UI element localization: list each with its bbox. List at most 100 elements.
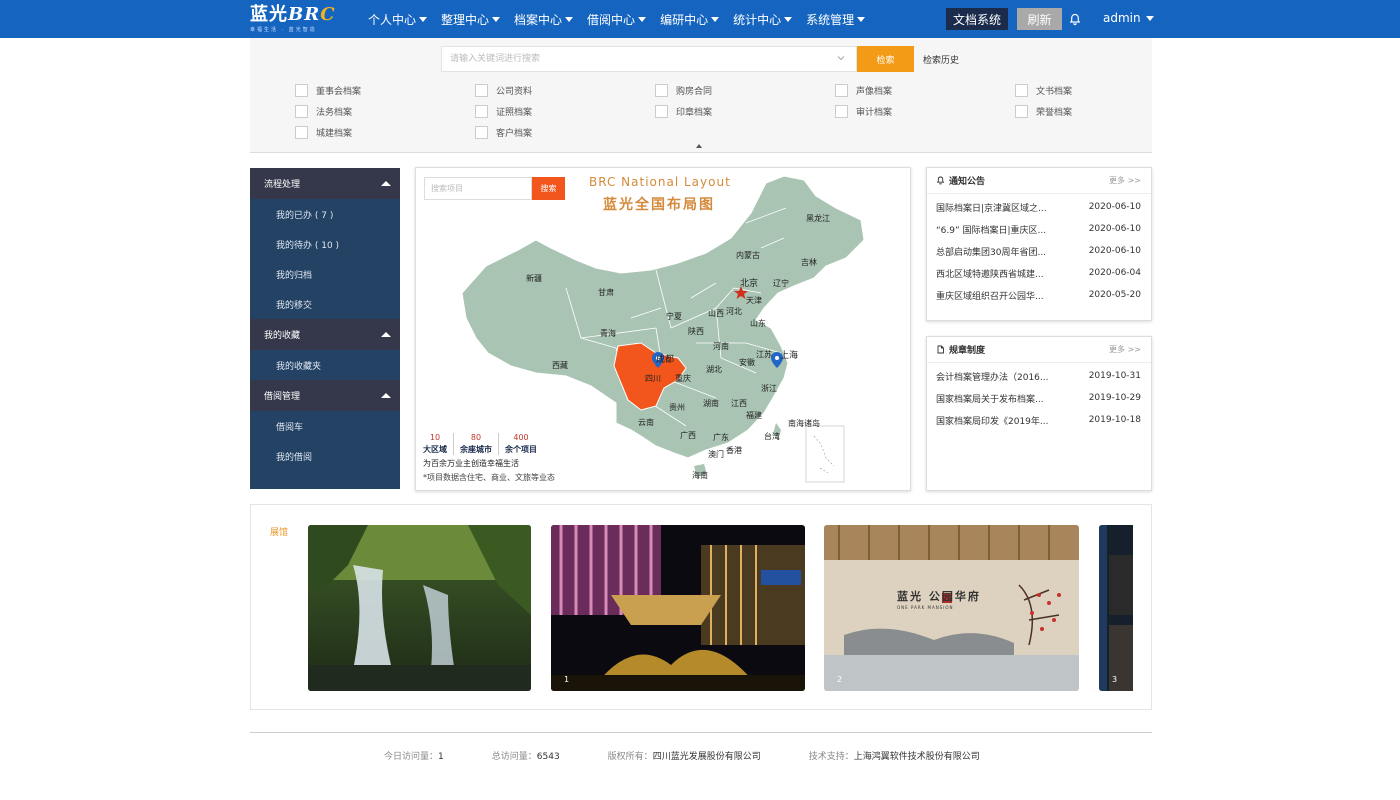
bell-icon[interactable] — [1068, 12, 1082, 26]
document-icon — [937, 345, 944, 354]
map-search-input[interactable]: 搜索项目 — [424, 177, 532, 200]
category-checkbox[interactable]: 购房合同 — [655, 84, 712, 97]
checkbox[interactable] — [835, 105, 848, 118]
doc-system-button[interactable]: 文档系统 — [946, 8, 1008, 30]
gallery-photo[interactable]: 3 — [1099, 525, 1133, 691]
region-label: 吉林 — [801, 257, 817, 267]
checkbox[interactable] — [655, 84, 668, 97]
notice-row[interactable]: 国际档案日|京津冀区域之... 2020-06-10 — [927, 196, 1151, 218]
category-checkbox[interactable]: 证照档案 — [475, 105, 532, 118]
mansion-sign-text: 蓝光 公园华府 — [897, 590, 981, 603]
refresh-button[interactable]: 刷新 — [1017, 8, 1062, 30]
nav-borrow-center[interactable]: 借阅中心 — [587, 11, 647, 28]
category-checkbox[interactable]: 客户档案 — [475, 126, 532, 139]
chevron-down-icon[interactable] — [837, 54, 845, 62]
mansion-sign-sub: ONE PARK MANSION — [897, 605, 954, 610]
rules-row[interactable]: 国家档案局印发《2019年... 2019-10-18 — [927, 409, 1151, 431]
sidebar-item-borrow-cart[interactable]: 借阅车 — [250, 411, 400, 441]
search-input[interactable]: 请输入关键词进行搜索 — [441, 46, 857, 72]
category-checkbox[interactable]: 审计档案 — [835, 105, 892, 118]
chevron-up-icon — [381, 181, 391, 186]
total-visits: 6543 — [536, 752, 560, 762]
notice-row[interactable]: 重庆区域组织召开公园华... 2020-05-20 — [927, 284, 1151, 306]
gallery-photo[interactable]: 1 — [551, 525, 805, 691]
category-checkbox[interactable]: 文书档案 — [1015, 84, 1072, 97]
collapse-up-icon[interactable] — [696, 144, 702, 148]
notice-panel: 通知公告 更多 >> 国际档案日|京津冀区域之... 2020-06-10 “6.… — [926, 167, 1152, 321]
brand-logo[interactable]: 蓝光BRC 幸福生活 · 蓝光智造 — [250, 6, 336, 34]
south-china-sea-inset — [805, 425, 845, 483]
notice-row[interactable]: “6.9” 国际档案日|重庆区... 2020-06-10 — [927, 218, 1151, 240]
checkbox[interactable] — [475, 126, 488, 139]
map-slogan: 为百余万业主创造幸福生活 — [423, 459, 519, 468]
rules-row[interactable]: 会计档案管理办法（2016... 2019-10-31 — [927, 365, 1151, 387]
nav-organize-center[interactable]: 整理中心 — [441, 11, 501, 28]
today-visits: 1 — [438, 752, 444, 762]
region-label: 台湾 — [764, 431, 780, 441]
nav-archive-center[interactable]: 档案中心 — [514, 11, 574, 28]
main-nav: 个人中心 整理中心 档案中心 借阅中心 编研中心 统计中心 系统管理 — [368, 0, 879, 38]
user-menu[interactable]: admin — [1103, 11, 1154, 25]
rules-more-link[interactable]: 更多 >> — [1109, 344, 1141, 355]
notice-more-link[interactable]: 更多 >> — [1109, 175, 1141, 186]
partial-building-image — [1099, 525, 1133, 691]
checkbox[interactable] — [1015, 105, 1028, 118]
checkbox[interactable] — [655, 105, 668, 118]
checkbox[interactable] — [295, 105, 308, 118]
map-search-button[interactable]: 搜索 — [532, 177, 565, 200]
category-checkbox[interactable]: 荣誉档案 — [1015, 105, 1072, 118]
notice-row[interactable]: 西北区域特邀陕西省城建... 2020-06-04 — [927, 262, 1151, 284]
region-label: 成都 — [656, 353, 674, 365]
search-history-link[interactable]: 检索历史 — [923, 53, 959, 66]
nav-stats-center[interactable]: 统计中心 — [733, 11, 793, 28]
checkbox[interactable] — [295, 126, 308, 139]
sidebar-item-todo[interactable]: 我的待办 ( 10 ) — [250, 229, 400, 259]
region-label: 内蒙古 — [736, 250, 760, 260]
nav-research-center[interactable]: 编研中心 — [660, 11, 720, 28]
sidebar-item-archived[interactable]: 我的归档 — [250, 259, 400, 289]
region-label: 甘肃 — [598, 287, 614, 297]
sidebar-item-my-borrow[interactable]: 我的借阅 — [250, 441, 400, 471]
search-panel: 请输入关键词进行搜索 检索 检索历史 董事会档案 公司资料 购房合同 声像档案 … — [250, 38, 1152, 153]
gallery-photo[interactable]: 蓝光 公园华府 ONE PARK MANSION 2 — [824, 525, 1079, 691]
category-checkbox[interactable]: 城建档案 — [295, 126, 352, 139]
region-label: 西藏 — [552, 360, 568, 370]
checkbox[interactable] — [475, 84, 488, 97]
checkbox[interactable] — [1015, 84, 1028, 97]
region-label: 北京 — [740, 277, 758, 289]
chevron-down-icon — [419, 16, 428, 22]
national-layout-map-panel: 黑龙江 吉林 辽宁 内蒙古 新疆 甘肃 北京 天津 河北 山西 山东 宁夏 青海… — [415, 167, 911, 491]
region-label: 贵州 — [669, 402, 685, 412]
rules-row[interactable]: 国家档案局关于发布档案... 2019-10-29 — [927, 387, 1151, 409]
category-checkbox[interactable]: 董事会档案 — [295, 84, 361, 97]
checkbox[interactable] — [835, 84, 848, 97]
sidebar-group-favorites[interactable]: 我的收藏 — [250, 319, 400, 350]
gallery-photo[interactable] — [308, 525, 531, 691]
category-checkbox[interactable]: 声像档案 — [835, 84, 892, 97]
checkbox[interactable] — [295, 84, 308, 97]
category-checkbox[interactable]: 法务档案 — [295, 105, 352, 118]
nav-system-admin[interactable]: 系统管理 — [806, 11, 866, 28]
region-label: 湖北 — [706, 365, 722, 374]
region-label: 山西 — [708, 308, 724, 318]
category-checkbox[interactable]: 公司资料 — [475, 84, 532, 97]
search-button[interactable]: 检索 — [857, 46, 914, 72]
sidebar-group-workflow[interactable]: 流程处理 — [250, 168, 400, 199]
exhibition-gallery: 展馆 1 蓝光 公园华府 ONE PARK MANSION 2 3 — [250, 504, 1152, 710]
category-checkbox[interactable]: 印章档案 — [655, 105, 712, 118]
checkbox[interactable] — [475, 105, 488, 118]
sidebar-item-transfer[interactable]: 我的移交 — [250, 289, 400, 319]
region-label: 山东 — [750, 318, 766, 328]
gallery-label: 展馆 — [270, 528, 289, 538]
sidebar-item-favorites[interactable]: 我的收藏夹 — [250, 350, 400, 380]
stat-regions: 10 大区域 — [423, 433, 454, 455]
sidebar-group-borrow[interactable]: 借阅管理 — [250, 380, 400, 411]
sidebar: 流程处理 我的已办 ( 7 ) 我的待办 ( 10 ) 我的归档 我的移交 我的… — [250, 168, 400, 489]
nav-personal-center[interactable]: 个人中心 — [368, 11, 428, 28]
notice-row[interactable]: 总部启动集团30周年省团... 2020-06-10 — [927, 240, 1151, 262]
map-stats: 10 大区域 80 余座城市 400 余个项目 — [423, 433, 543, 455]
chevron-up-icon — [381, 332, 391, 337]
sidebar-item-done[interactable]: 我的已办 ( 7 ) — [250, 199, 400, 229]
chevron-down-icon — [492, 16, 501, 22]
rules-panel: 规章制度 更多 >> 会计档案管理办法（2016... 2019-10-31 国家… — [926, 336, 1152, 491]
